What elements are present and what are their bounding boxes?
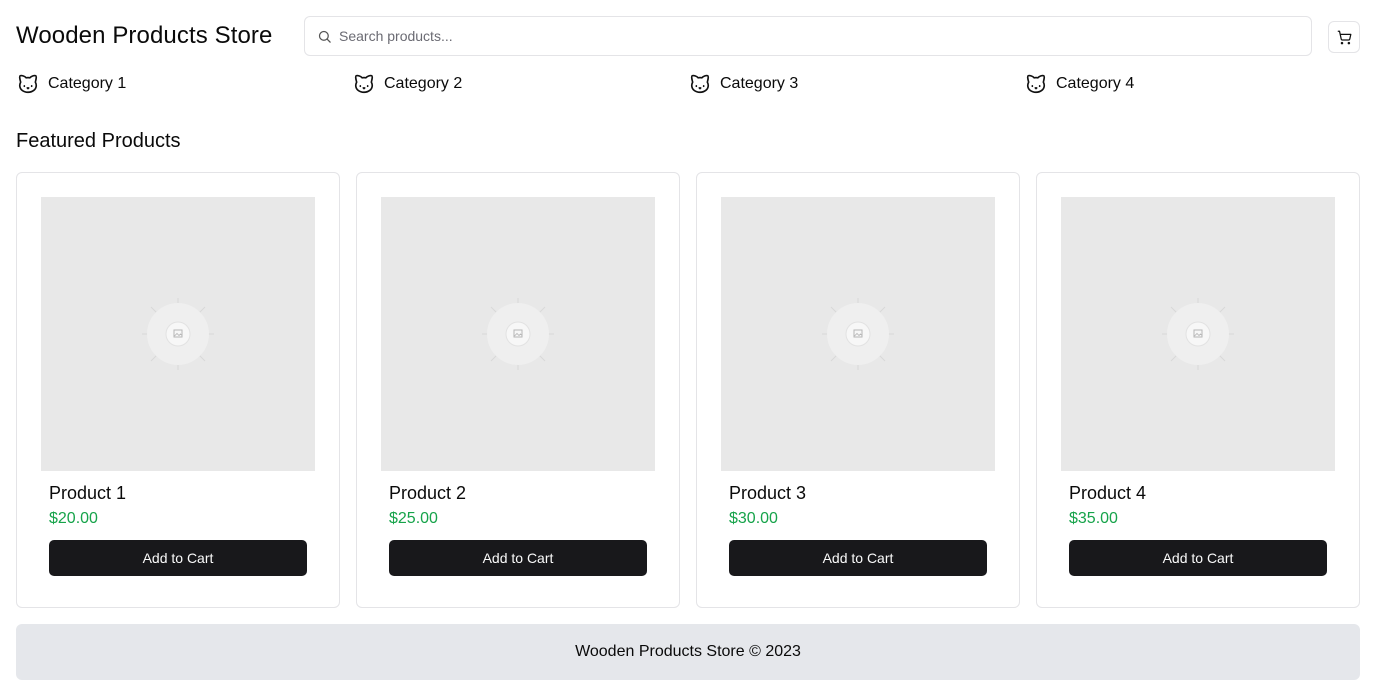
category-item-4[interactable]: Category 4 [1024, 72, 1360, 96]
cat-icon [352, 72, 376, 96]
product-image[interactable] [41, 197, 315, 471]
category-item-3[interactable]: Category 3 [688, 72, 1024, 96]
add-to-cart-button[interactable]: Add to Cart [389, 540, 647, 576]
product-card: Product 3 $30.00 Add to Cart [696, 172, 1020, 608]
footer-text: Wooden Products Store © 2023 [575, 643, 801, 660]
image-placeholder-icon [818, 294, 898, 374]
category-label: Category 1 [48, 75, 127, 92]
cat-icon [1024, 72, 1048, 96]
search-input[interactable] [339, 17, 1239, 55]
image-placeholder-icon [478, 294, 558, 374]
section-title: Featured Products [16, 130, 181, 152]
search-icon [316, 28, 332, 44]
product-image[interactable] [1061, 197, 1335, 471]
category-item-1[interactable]: Category 1 [16, 72, 352, 96]
product-image[interactable] [381, 197, 655, 471]
product-name[interactable]: Product 2 [389, 483, 466, 504]
product-card: Product 2 $25.00 Add to Cart [356, 172, 680, 608]
product-price: $35.00 [1069, 510, 1118, 527]
product-image[interactable] [721, 197, 995, 471]
category-item-2[interactable]: Category 2 [352, 72, 688, 96]
product-price: $20.00 [49, 510, 98, 527]
product-card: Product 1 $20.00 Add to Cart [16, 172, 340, 608]
cat-icon [688, 72, 712, 96]
cat-icon [16, 72, 40, 96]
category-label: Category 2 [384, 75, 463, 92]
add-to-cart-button[interactable]: Add to Cart [49, 540, 307, 576]
footer: Wooden Products Store © 2023 [16, 624, 1360, 680]
product-grid: Product 1 $20.00 Add to Cart Product 2 $25.0… [16, 172, 1360, 608]
cart-button[interactable] [1328, 21, 1360, 53]
category-nav: Category 1 Category 2 Category 3 Category 4 [16, 72, 1360, 96]
add-to-cart-button[interactable]: Add to Cart [1069, 540, 1327, 576]
shopping-cart-icon [1337, 30, 1352, 45]
search-box[interactable] [304, 16, 1312, 56]
product-card: Product 4 $35.00 Add to Cart [1036, 172, 1360, 608]
category-label: Category 4 [1056, 75, 1135, 92]
product-price: $25.00 [389, 510, 438, 527]
product-price: $30.00 [729, 510, 778, 527]
product-name[interactable]: Product 1 [49, 483, 126, 504]
site-title: Wooden Products Store [16, 22, 273, 49]
image-placeholder-icon [1158, 294, 1238, 374]
product-name[interactable]: Product 3 [729, 483, 806, 504]
add-to-cart-button[interactable]: Add to Cart [729, 540, 987, 576]
image-placeholder-icon [138, 294, 218, 374]
product-name[interactable]: Product 4 [1069, 483, 1146, 504]
header: Wooden Products Store [16, 16, 1360, 56]
category-label: Category 3 [720, 75, 799, 92]
